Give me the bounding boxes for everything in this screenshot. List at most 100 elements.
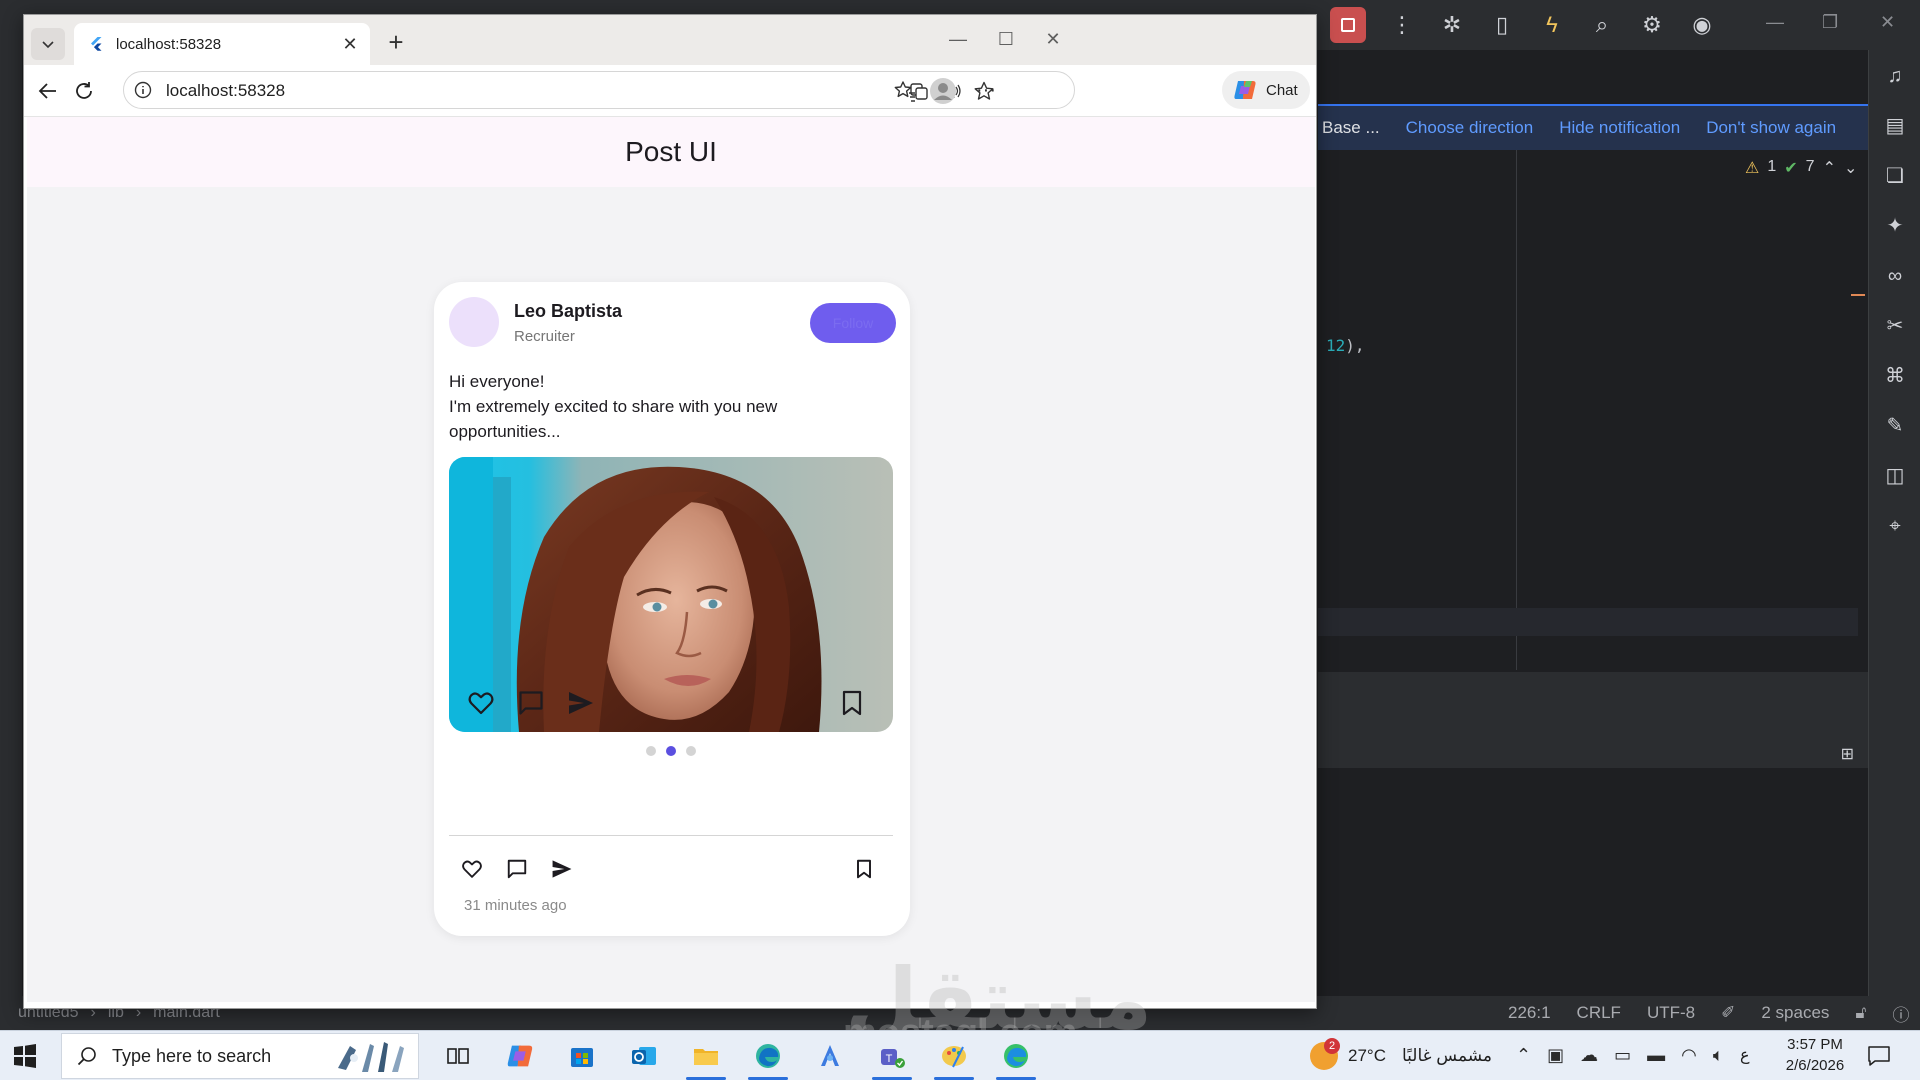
chevron-up-icon[interactable]: ⌃	[1823, 158, 1836, 178]
heart-icon	[462, 860, 482, 878]
reload-button[interactable]	[69, 76, 99, 106]
bookmark-icon	[842, 690, 862, 716]
inspector-icon[interactable]: ⌘	[1883, 364, 1907, 388]
taskbar-file-explorer[interactable]	[680, 1031, 732, 1080]
comment-button[interactable]	[505, 857, 529, 881]
favorites-icon[interactable]	[893, 79, 917, 103]
hide-notification-link[interactable]: Hide notification	[1559, 118, 1680, 138]
minimize-button[interactable]: —	[946, 27, 970, 51]
chevron-up-icon[interactable]: ⌃	[1516, 1045, 1531, 1066]
link-icon[interactable]: ∞	[1883, 264, 1907, 288]
file-encoding[interactable]: UTF-8	[1647, 1003, 1695, 1023]
task-view-button[interactable]	[432, 1031, 484, 1080]
share-button[interactable]	[566, 688, 596, 718]
share-button[interactable]	[550, 857, 574, 881]
tab-actions-button[interactable]	[31, 28, 65, 60]
site-info-icon[interactable]	[134, 81, 152, 99]
like-button[interactable]	[460, 857, 484, 881]
device-icon[interactable]: ▯	[1488, 11, 1516, 39]
caret-position[interactable]: 226:1	[1508, 1003, 1551, 1023]
choose-direction-link[interactable]: Choose direction	[1406, 118, 1534, 138]
more-options-icon[interactable]: ···	[974, 79, 998, 103]
carousel-dot[interactable]	[686, 746, 696, 756]
account-icon[interactable]: ◉	[1688, 11, 1716, 39]
ide-minimize-button[interactable]: —	[1766, 12, 1784, 33]
taskbar-store[interactable]	[556, 1031, 608, 1080]
back-button[interactable]	[33, 76, 63, 106]
more-vertical-icon[interactable]: ⋮	[1388, 11, 1416, 39]
comment-icon	[519, 691, 543, 715]
stop-button[interactable]	[1330, 7, 1366, 43]
notification-center-icon[interactable]	[1866, 1043, 1892, 1069]
close-tab-icon[interactable]: ✕	[340, 34, 360, 54]
taskbar-outlook[interactable]	[618, 1031, 670, 1080]
debug-icon[interactable]: ✲	[1438, 11, 1466, 39]
onedrive-icon[interactable]: ☁	[1580, 1045, 1598, 1066]
user-name[interactable]: Leo Baptista	[514, 301, 622, 322]
taskbar-copilot[interactable]	[494, 1031, 546, 1080]
code-line: 12),	[1326, 336, 1365, 355]
store-icon	[571, 1048, 593, 1067]
display-icon[interactable]: ▭	[1614, 1045, 1631, 1066]
taskbar-edge[interactable]	[990, 1031, 1042, 1080]
inspection-widget[interactable]: ⚠ 1 ✔ 7 ⌃ ⌄	[1745, 158, 1857, 178]
profile-avatar-icon[interactable]	[929, 77, 957, 105]
tools-icon[interactable]: ✂	[1883, 314, 1907, 338]
preview-icon[interactable]: ◫	[1883, 464, 1907, 488]
ai-assistant-icon[interactable]: ✦	[1883, 214, 1907, 238]
settings-icon[interactable]: ⚙	[1638, 11, 1666, 39]
taskbar-edge-dev[interactable]	[742, 1031, 794, 1080]
ide-editor[interactable]	[1318, 150, 1868, 670]
search-icon[interactable]: ⌕	[1588, 11, 1616, 39]
taskbar-search[interactable]: Type here to search	[61, 1033, 419, 1079]
taskbar-android-studio[interactable]	[804, 1031, 856, 1080]
carousel-dot-active[interactable]	[666, 746, 676, 756]
info-icon[interactable]: ⓘ	[1892, 1001, 1909, 1026]
notifications-icon[interactable]: ♫	[1883, 64, 1907, 88]
user-role: Recruiter	[514, 328, 575, 345]
divider	[449, 835, 893, 836]
wifi-icon[interactable]: ◠	[1681, 1045, 1697, 1066]
code-style-icon[interactable]: ✐	[1721, 1003, 1735, 1023]
new-tab-button[interactable]: +	[382, 29, 410, 57]
taskbar-teams[interactable]: T	[866, 1031, 918, 1080]
bookmark-button[interactable]	[852, 857, 876, 881]
windows-start-icon[interactable]	[10, 1041, 40, 1071]
reload-icon	[76, 82, 92, 99]
meet-now-icon[interactable]: ▣	[1547, 1045, 1564, 1066]
like-button[interactable]	[466, 688, 496, 718]
scan-icon[interactable]: ⌖	[1883, 514, 1907, 538]
indent-setting[interactable]: 2 spaces	[1761, 1003, 1829, 1023]
edit-icon[interactable]: ✎	[1883, 414, 1907, 438]
ide-restore-button[interactable]: ❐	[1822, 12, 1838, 33]
chevron-down-icon[interactable]: ⌄	[1844, 158, 1857, 178]
clock-time: 3:57 PM	[1787, 1036, 1843, 1053]
close-window-button[interactable]: ✕	[1041, 27, 1065, 51]
comment-button[interactable]	[516, 688, 546, 718]
device-manager-icon[interactable]: ▤	[1883, 114, 1907, 138]
tab-localhost[interactable]: localhost:58328 ✕	[74, 23, 370, 65]
battery-icon[interactable]: ▬	[1647, 1045, 1665, 1066]
page-content: Post UI Leo Baptista Recruiter Follow Hi…	[27, 117, 1315, 1002]
post-card: Leo Baptista Recruiter Follow Hi everyon…	[434, 282, 910, 936]
weather-widget[interactable]: 2 27°C مشمس غالبًا	[1310, 1031, 1492, 1080]
send-icon	[552, 860, 572, 878]
clipboard-icon[interactable]: ❏	[1883, 164, 1907, 188]
bookmark-button[interactable]	[837, 688, 867, 718]
hot-reload-icon[interactable]: ϟ	[1538, 11, 1566, 39]
input-language[interactable]: ع	[1740, 1045, 1750, 1065]
avatar[interactable]	[449, 297, 499, 347]
copilot-chat-button[interactable]: Chat	[1222, 71, 1310, 109]
address-text[interactable]: localhost:58328	[166, 81, 285, 101]
follow-button[interactable]: Follow	[810, 303, 896, 343]
line-ending[interactable]: CRLF	[1577, 1003, 1621, 1023]
lock-icon[interactable]: 🔓︎	[1855, 1003, 1866, 1023]
layout-icon[interactable]: ⊞	[1841, 744, 1854, 764]
carousel-dot[interactable]	[646, 746, 656, 756]
clock[interactable]: 3:57 PM 2/6/2026	[1775, 1034, 1855, 1076]
taskbar-paint[interactable]	[928, 1031, 980, 1080]
dont-show-again-link[interactable]: Don't show again	[1706, 118, 1836, 138]
volume-icon[interactable]: 🔈︎	[1713, 1045, 1724, 1066]
maximize-button[interactable]: ☐	[994, 27, 1018, 51]
ide-close-button[interactable]: ✕	[1880, 12, 1895, 33]
